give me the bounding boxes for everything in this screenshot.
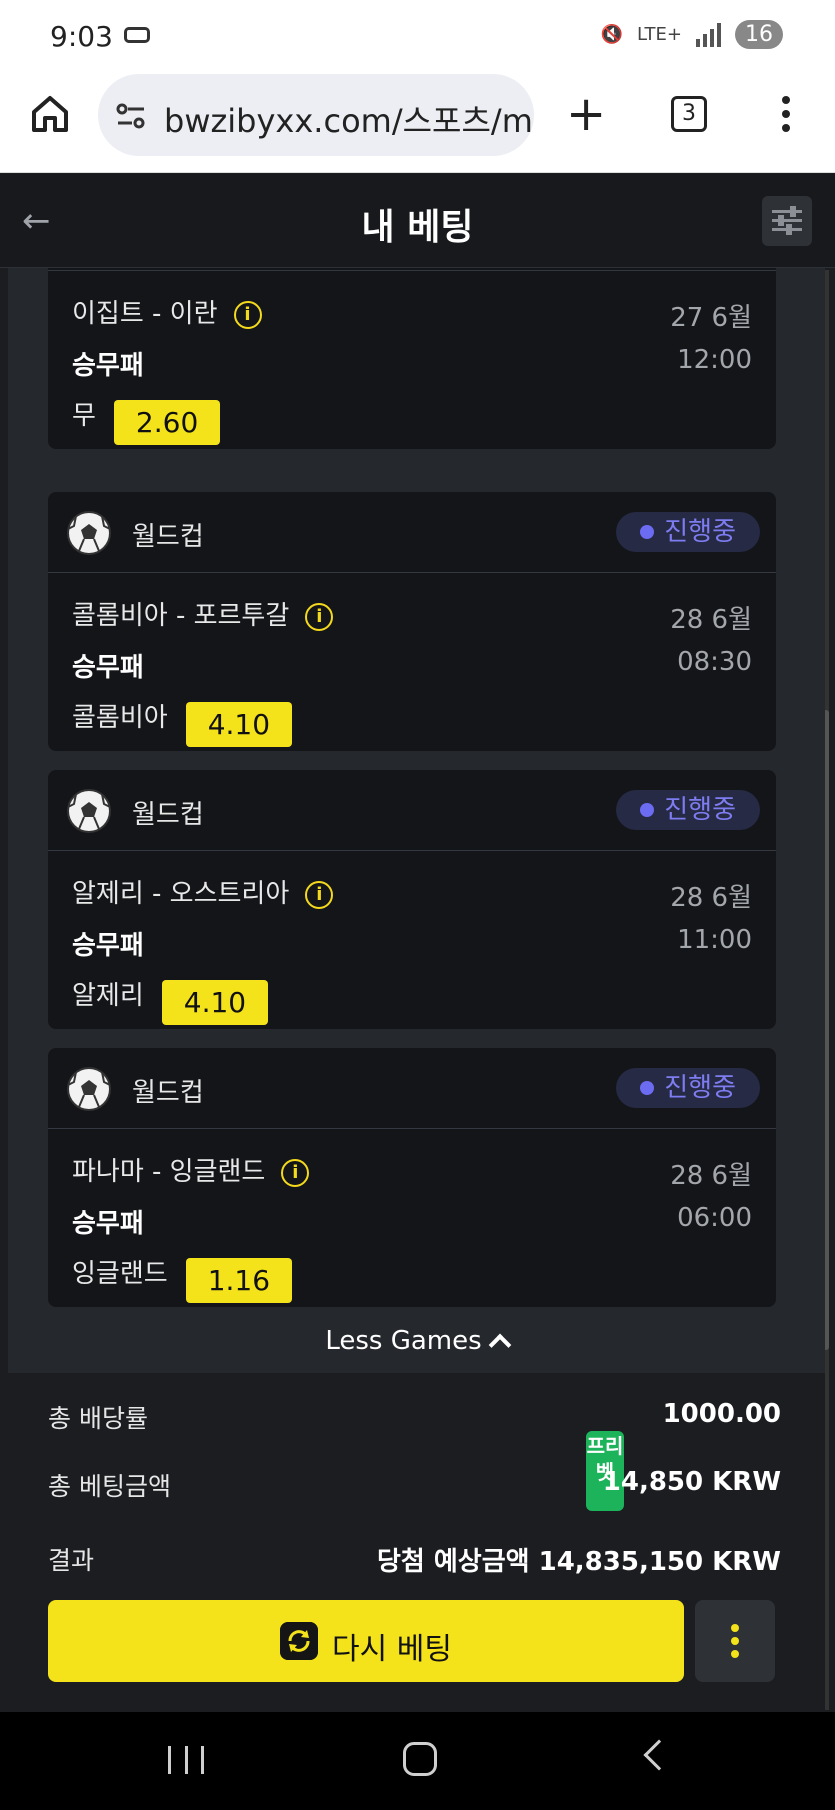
match-date: 28 6월 <box>670 883 752 913</box>
total-odds-value: 1000.00 <box>662 1399 781 1429</box>
market-name: 승무패 <box>72 1209 144 1239</box>
status-badge: 진행중 <box>616 1068 760 1108</box>
league-name: 월드컵 <box>132 522 204 552</box>
rebet-label: 다시 베팅 <box>332 1632 452 1667</box>
bet-card: 월드컵 진행중 콜롬비아 - 포르투갈 i 28 6월 승무패 08:30 콜롬비… <box>48 492 776 751</box>
info-icon[interactable]: i <box>233 301 262 329</box>
bet-card: 이집트 - 이란 i 27 6월 승무패 12:00 무 2.60 <box>48 268 776 449</box>
selection: 알제리 4.10 <box>72 975 269 1025</box>
chevron-up-icon <box>488 1333 511 1357</box>
odds-badge: 4.10 <box>161 980 269 1025</box>
bet-card-header: 월드컵 진행중 <box>48 1048 776 1129</box>
league-name: 월드컵 <box>132 800 204 830</box>
soccer-ball-icon <box>67 789 111 833</box>
match-time: 12:00 <box>677 345 752 375</box>
back-button-icon[interactable] <box>643 1739 675 1771</box>
network-type: LTE+ <box>637 24 682 45</box>
match-date: 28 6월 <box>670 605 752 635</box>
market-name: 승무패 <box>72 653 144 683</box>
bet-card-header: 월드컵 진행중 <box>48 492 776 573</box>
match-date: 27 6월 <box>670 303 752 333</box>
home-icon[interactable] <box>28 92 72 136</box>
bet-card: 월드컵 진행중 알제리 - 오스트리아 i 28 6월 승무패 11:00 알제리… <box>48 770 776 1029</box>
bet-card: 월드컵 진행중 파나마 - 잉글랜드 i 28 6월 승무패 06:00 잉글랜드… <box>48 1048 776 1307</box>
match-name: 알제리 - 오스트리아 i <box>72 873 334 910</box>
less-games-toggle[interactable]: Less Games <box>8 1326 825 1357</box>
match-name: 파나마 - 잉글랜드 i <box>72 1151 310 1188</box>
status-icons: 🔇 LTE+ 16 <box>601 20 783 49</box>
more-options-button[interactable] <box>695 1600 775 1682</box>
odds-badge: 1.16 <box>185 1258 293 1303</box>
odds-badge: 2.60 <box>113 400 221 445</box>
bet-slip-content: 이집트 - 이란 i 27 6월 승무패 12:00 무 2.60 월드컵 진행중 … <box>8 268 825 1710</box>
match-time: 11:00 <box>677 925 752 955</box>
total-stake-value: 14,850 KRW <box>602 1467 781 1497</box>
match-date: 28 6월 <box>670 1161 752 1191</box>
battery-level: 16 <box>735 20 783 49</box>
market-name: 승무패 <box>72 931 144 961</box>
bet-card-header: 월드컵 진행중 <box>48 770 776 851</box>
market-name: 승무패 <box>72 351 144 381</box>
total-odds-label: 총 배당률 <box>48 1404 148 1433</box>
expected-winnings: 당첨 예상금액 14,835,150 KRW <box>376 1547 781 1577</box>
recent-apps-icon[interactable] <box>168 1746 204 1774</box>
filter-button[interactable] <box>762 196 812 246</box>
info-icon[interactable]: i <box>305 603 334 631</box>
url-bar[interactable]: bwzibyxx.com/스포츠/ma <box>98 74 534 156</box>
page-title: 내 베팅 <box>361 207 474 248</box>
info-icon[interactable]: i <box>305 881 334 909</box>
browser-toolbar: bwzibyxx.com/스포츠/ma + 3 <box>0 70 835 173</box>
browser-menu-icon[interactable] <box>780 96 792 136</box>
url-text: bwzibyxx.com/스포츠/ma <box>164 102 534 140</box>
selection: 콜롬비아 4.10 <box>72 697 293 747</box>
home-button-icon[interactable] <box>403 1742 437 1776</box>
match-time: 08:30 <box>677 647 752 677</box>
rebet-button[interactable]: 다시 베팅 <box>48 1600 684 1682</box>
status-badge: 진행중 <box>616 512 760 552</box>
match-name: 이집트 - 이란 i <box>72 293 262 330</box>
mute-icon: 🔇 <box>600 24 623 45</box>
signal-icon <box>696 22 721 47</box>
match-name: 콜롬비아 - 포르투갈 i <box>72 595 334 632</box>
system-nav-bar <box>0 1712 835 1810</box>
selection: 잉글랜드 1.16 <box>72 1253 293 1303</box>
site-settings-icon[interactable] <box>116 102 146 130</box>
info-icon[interactable]: i <box>281 1159 310 1187</box>
selection: 무 2.60 <box>72 395 221 445</box>
new-tab-icon[interactable]: + <box>566 90 606 138</box>
status-badge: 진행중 <box>616 790 760 830</box>
soccer-ball-icon <box>67 511 111 555</box>
status-bar: 9:03 🔇 LTE+ 16 <box>0 0 835 70</box>
result-label: 결과 <box>48 1546 95 1575</box>
app-header: ← 내 베팅 <box>0 174 835 268</box>
league-name: 월드컵 <box>132 1078 204 1108</box>
refresh-icon <box>280 1622 318 1660</box>
match-time: 06:00 <box>677 1203 752 1233</box>
tab-switcher-button[interactable]: 3 <box>671 96 707 132</box>
total-stake-label: 총 베팅금액 <box>48 1472 171 1501</box>
odds-badge: 4.10 <box>185 702 293 747</box>
status-time: 9:03 <box>50 20 113 53</box>
soccer-ball-icon <box>67 1067 111 1111</box>
voicemail-icon <box>124 27 150 43</box>
